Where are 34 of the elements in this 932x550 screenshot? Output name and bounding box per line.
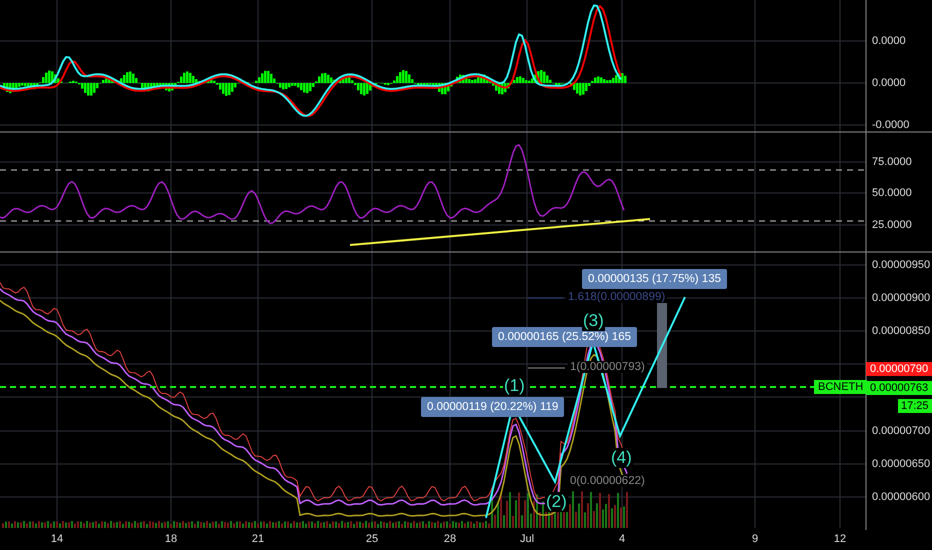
wave-label: (3): [582, 311, 605, 331]
axis-label: 21: [252, 533, 264, 545]
axis-label: 4: [618, 533, 626, 545]
wave-label: (2): [545, 492, 568, 512]
price-badge: 0.00000790: [866, 362, 932, 376]
wave-label: (1): [503, 376, 526, 396]
axis-label: 14: [50, 533, 64, 545]
axis-label: -0.0000: [872, 119, 910, 131]
axis-label: 28: [444, 533, 456, 545]
measure-label: 0.00000119 (20.22%) 119: [421, 397, 564, 417]
axis-label: 0.00000850: [872, 325, 930, 337]
axis-label: 0.00000700: [872, 425, 930, 437]
axis-label: Jul: [520, 533, 534, 545]
price-badge: 0.00000763: [866, 381, 932, 395]
wave-label: (4): [610, 448, 633, 468]
fibonacci-label: 1(0.00000793): [568, 361, 647, 373]
axis-label: 0.00000950: [872, 259, 930, 271]
axis-label: 50.0000: [872, 187, 912, 199]
axis-label: 25: [366, 533, 378, 545]
fibonacci-label: 1.618(0.00000899): [566, 291, 668, 303]
fibonacci-label: 0(0.00000622): [568, 475, 647, 487]
axis-label: 0.0000: [872, 77, 906, 89]
axis-label: 18: [164, 533, 178, 545]
axis-label: 25.0000: [872, 219, 912, 231]
symbol-label: BCNETH: [814, 380, 868, 394]
axis-label: 12: [834, 533, 846, 545]
axis-label: 0.00000900: [872, 292, 930, 304]
axis-label: 0.00000600: [872, 491, 930, 503]
measure-label: 0.00000135 (17.75%) 135: [582, 269, 727, 289]
axis-label: 0.00000650: [872, 458, 930, 470]
axis-label: 0.0000: [872, 35, 906, 47]
countdown-label: 17:25: [898, 399, 932, 413]
axis-label: 9: [752, 533, 758, 545]
axis-label: 75.0000: [872, 156, 912, 168]
